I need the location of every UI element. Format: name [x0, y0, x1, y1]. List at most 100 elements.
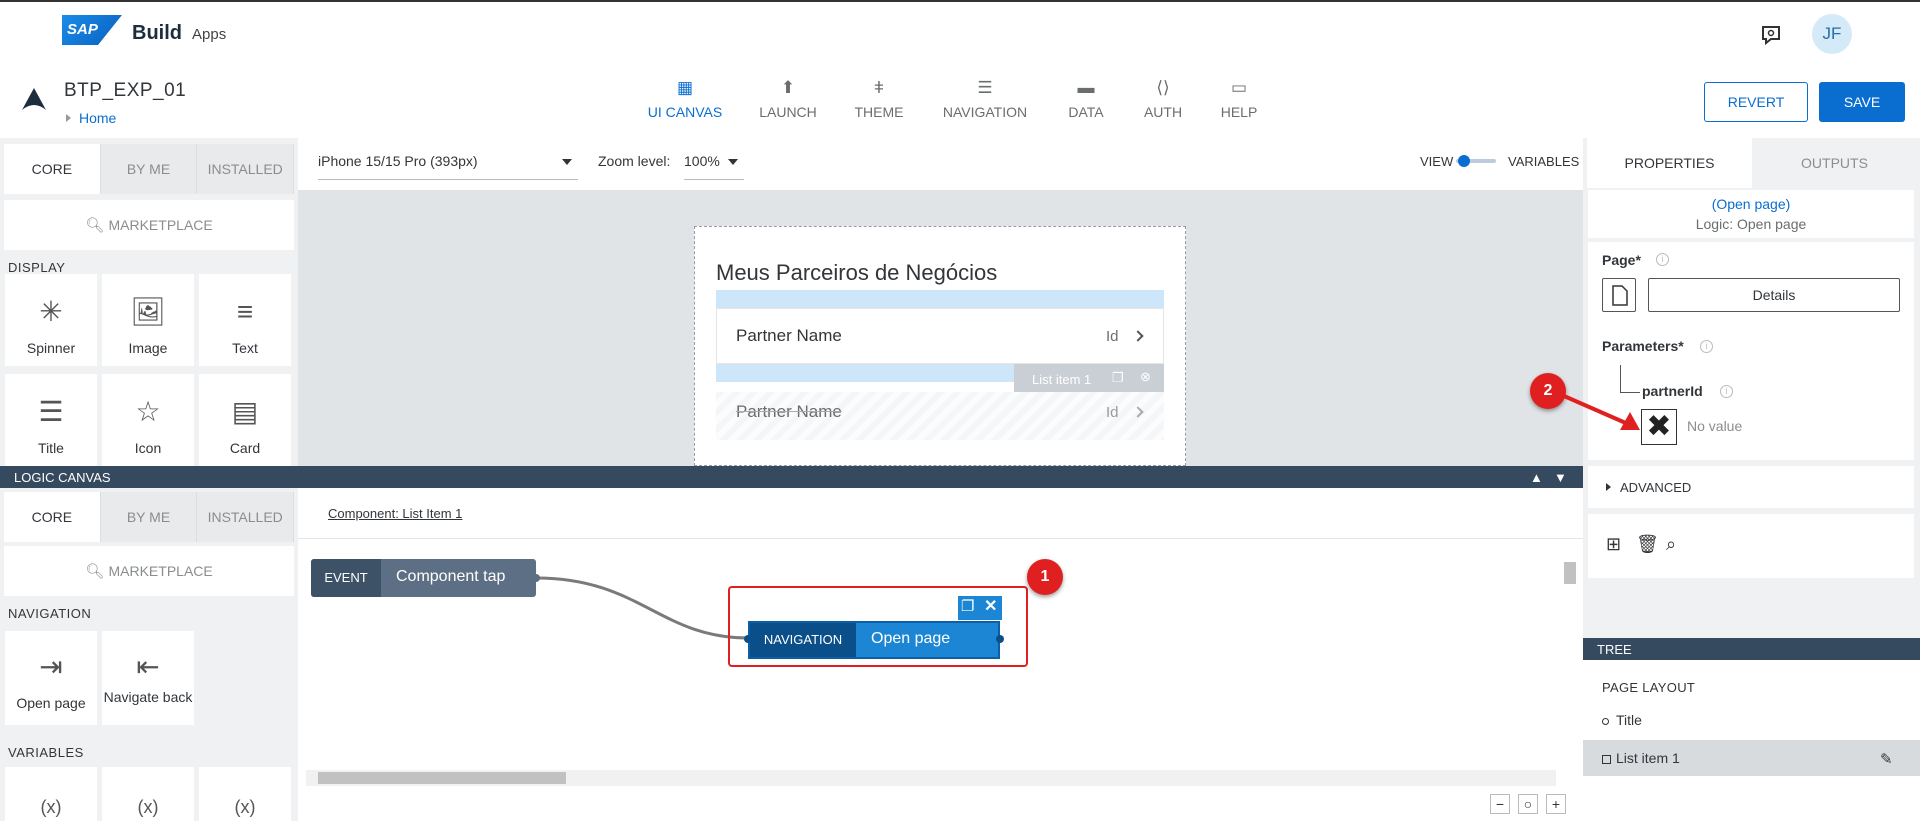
close-circle-icon[interactable]: ⊗: [1140, 369, 1151, 385]
component-spinner[interactable]: ✳ Spinner: [5, 274, 97, 366]
zoom-value: 100%: [684, 153, 720, 169]
copy-icon[interactable]: ❐: [961, 597, 974, 615]
device-select[interactable]: iPhone 15/15 Pro (393px): [318, 144, 578, 180]
delete-icon[interactable]: 🗑︎: [1636, 534, 1659, 555]
zoom-out-icon[interactable]: −: [1490, 794, 1510, 814]
search-icon: 🔍︎: [85, 563, 109, 580]
product-sub: Apps: [192, 26, 227, 43]
tree-node-icon: [1602, 755, 1611, 764]
navigation-tag: NAVIGATION: [750, 623, 856, 657]
marketplace-search[interactable]: 🔍︎ MARKETPLACE: [4, 546, 294, 596]
tab-ui-canvas[interactable]: ▦ UI CANVAS: [640, 78, 730, 128]
tile-label: Spinner: [26, 340, 76, 356]
scrollbar-thumb[interactable]: [318, 772, 566, 784]
tab-launch[interactable]: ⬆ LAUNCH: [750, 78, 826, 128]
edit-icon[interactable]: ✎: [1880, 750, 1893, 768]
flow-variable-1[interactable]: (x): [5, 767, 97, 821]
product-name: Build: [132, 22, 182, 44]
component-title[interactable]: ☰ Title: [5, 374, 97, 466]
tab-label: NAVIGATION: [942, 104, 1028, 120]
flow-navigate-back[interactable]: ⇤ Navigate back: [102, 631, 194, 725]
logic-tab-by-me[interactable]: BY ME: [100, 492, 198, 542]
palette-tab-installed[interactable]: INSTALLED: [197, 144, 295, 194]
section-navigation: NAVIGATION: [8, 606, 92, 621]
marketplace-label: MARKETPLACE: [108, 217, 213, 233]
page-value-field[interactable]: Details: [1648, 278, 1900, 312]
vertical-scrollbar[interactable]: [1562, 556, 1578, 756]
data-icon: ▬: [1077, 78, 1095, 97]
palette-tab-by-me[interactable]: BY ME: [100, 144, 198, 194]
tab-data[interactable]: ▬ DATA: [1058, 78, 1114, 128]
tab-help[interactable]: ▭ HELP: [1212, 78, 1266, 128]
page-binding-button[interactable]: [1602, 278, 1636, 312]
chevron-up-icon[interactable]: ▲: [1530, 470, 1543, 485]
chevron-down-icon[interactable]: ▼: [1554, 470, 1567, 485]
logic-canvas-title: LOGIC CANVAS: [14, 470, 111, 485]
annotation-arrow: [1563, 394, 1640, 430]
tab-label: UI CANVAS: [647, 104, 723, 120]
avatar[interactable]: JF: [1812, 14, 1852, 54]
component-text[interactable]: ≡ Text: [199, 274, 291, 366]
app-logo-icon: [22, 88, 46, 110]
logic-tab-installed[interactable]: INSTALLED: [197, 492, 295, 542]
tab-theme[interactable]: ǂ THEME: [846, 78, 912, 128]
node-actions-box: ⊞ 🗑︎ ⌕: [1588, 514, 1914, 578]
list-item-id: Id: [1106, 328, 1119, 345]
save-button[interactable]: SAVE: [1819, 82, 1905, 122]
tile-label: Image: [128, 340, 168, 356]
info-icon[interactable]: i: [1656, 253, 1669, 266]
zoom-select[interactable]: 100%: [684, 144, 744, 180]
tab-properties[interactable]: PROPERTIES: [1587, 138, 1752, 188]
flow-variable-2[interactable]: (x): [102, 767, 194, 821]
breadcrumb-home[interactable]: Home: [79, 110, 116, 126]
tile-label: Title: [38, 440, 64, 456]
list-item-name: Partner Name: [736, 326, 842, 345]
close-icon[interactable]: ✕: [984, 596, 997, 616]
component-breadcrumb[interactable]: Component: List Item 1: [328, 506, 462, 521]
component-card[interactable]: ▤ Card: [199, 374, 291, 466]
phone-page-title[interactable]: Meus Parceiros de Negócios: [716, 260, 997, 286]
zoom-in-icon[interactable]: +: [1546, 794, 1566, 814]
tree-connector: [1620, 365, 1640, 393]
flow-variable-3[interactable]: (x): [199, 767, 291, 821]
logic-tab-core[interactable]: CORE: [4, 492, 101, 542]
tab-auth[interactable]: ⟨⟩ AUTH: [1136, 78, 1190, 128]
tab-outputs[interactable]: OUTPUTS: [1752, 138, 1917, 188]
component-image[interactable]: 🖼︎ Image: [102, 274, 194, 366]
palette-tab-core[interactable]: CORE: [4, 144, 101, 194]
top-bar: [0, 0, 1920, 68]
inspect-icon[interactable]: ⌕: [1666, 534, 1676, 555]
tab-navigation[interactable]: ☰ NAVIGATION: [934, 78, 1036, 128]
feedback-icon[interactable]: [1760, 24, 1782, 46]
info-icon[interactable]: i: [1720, 385, 1733, 398]
output-port[interactable]: [996, 635, 1004, 643]
section-variables: VARIABLES: [8, 745, 84, 760]
navigation-icon: ☰: [977, 78, 993, 97]
launch-icon: ⬆: [780, 78, 796, 97]
zoom-reset-icon[interactable]: ○: [1518, 794, 1538, 814]
tree-item-title[interactable]: Title: [1616, 712, 1642, 728]
text-icon: ≡: [236, 296, 254, 327]
copy-icon[interactable]: ❐: [1112, 370, 1124, 386]
open-page-icon: ⇥: [39, 651, 63, 682]
theme-icon: ǂ: [874, 78, 884, 97]
tile-label: Icon: [134, 440, 162, 456]
parameters-label: Parameters*: [1602, 338, 1684, 354]
add-icon[interactable]: ⊞: [1606, 534, 1621, 555]
tile-label: Open page: [16, 695, 86, 711]
info-icon[interactable]: i: [1700, 340, 1713, 353]
revert-button[interactable]: REVERT: [1704, 82, 1808, 122]
chevron-down-icon: [728, 159, 738, 165]
open-page-label: Open page: [871, 630, 951, 647]
node-actions: ❐ ✕: [958, 596, 1002, 620]
flow-open-page[interactable]: ⇥ Open page: [5, 631, 97, 725]
toggle-knob[interactable]: [1458, 155, 1470, 167]
output-port[interactable]: [532, 574, 540, 582]
input-port[interactable]: [744, 635, 752, 643]
scrollbar-thumb[interactable]: [1564, 562, 1576, 584]
selected-component-label[interactable]: List item 1 ❐ ⊗: [1014, 364, 1164, 394]
close-icon: ✖: [1646, 410, 1672, 443]
variables-label: VARIABLES: [1508, 154, 1580, 169]
marketplace-search[interactable]: 🔍︎ MARKETPLACE: [4, 200, 294, 250]
component-icon[interactable]: ☆ Icon: [102, 374, 194, 466]
